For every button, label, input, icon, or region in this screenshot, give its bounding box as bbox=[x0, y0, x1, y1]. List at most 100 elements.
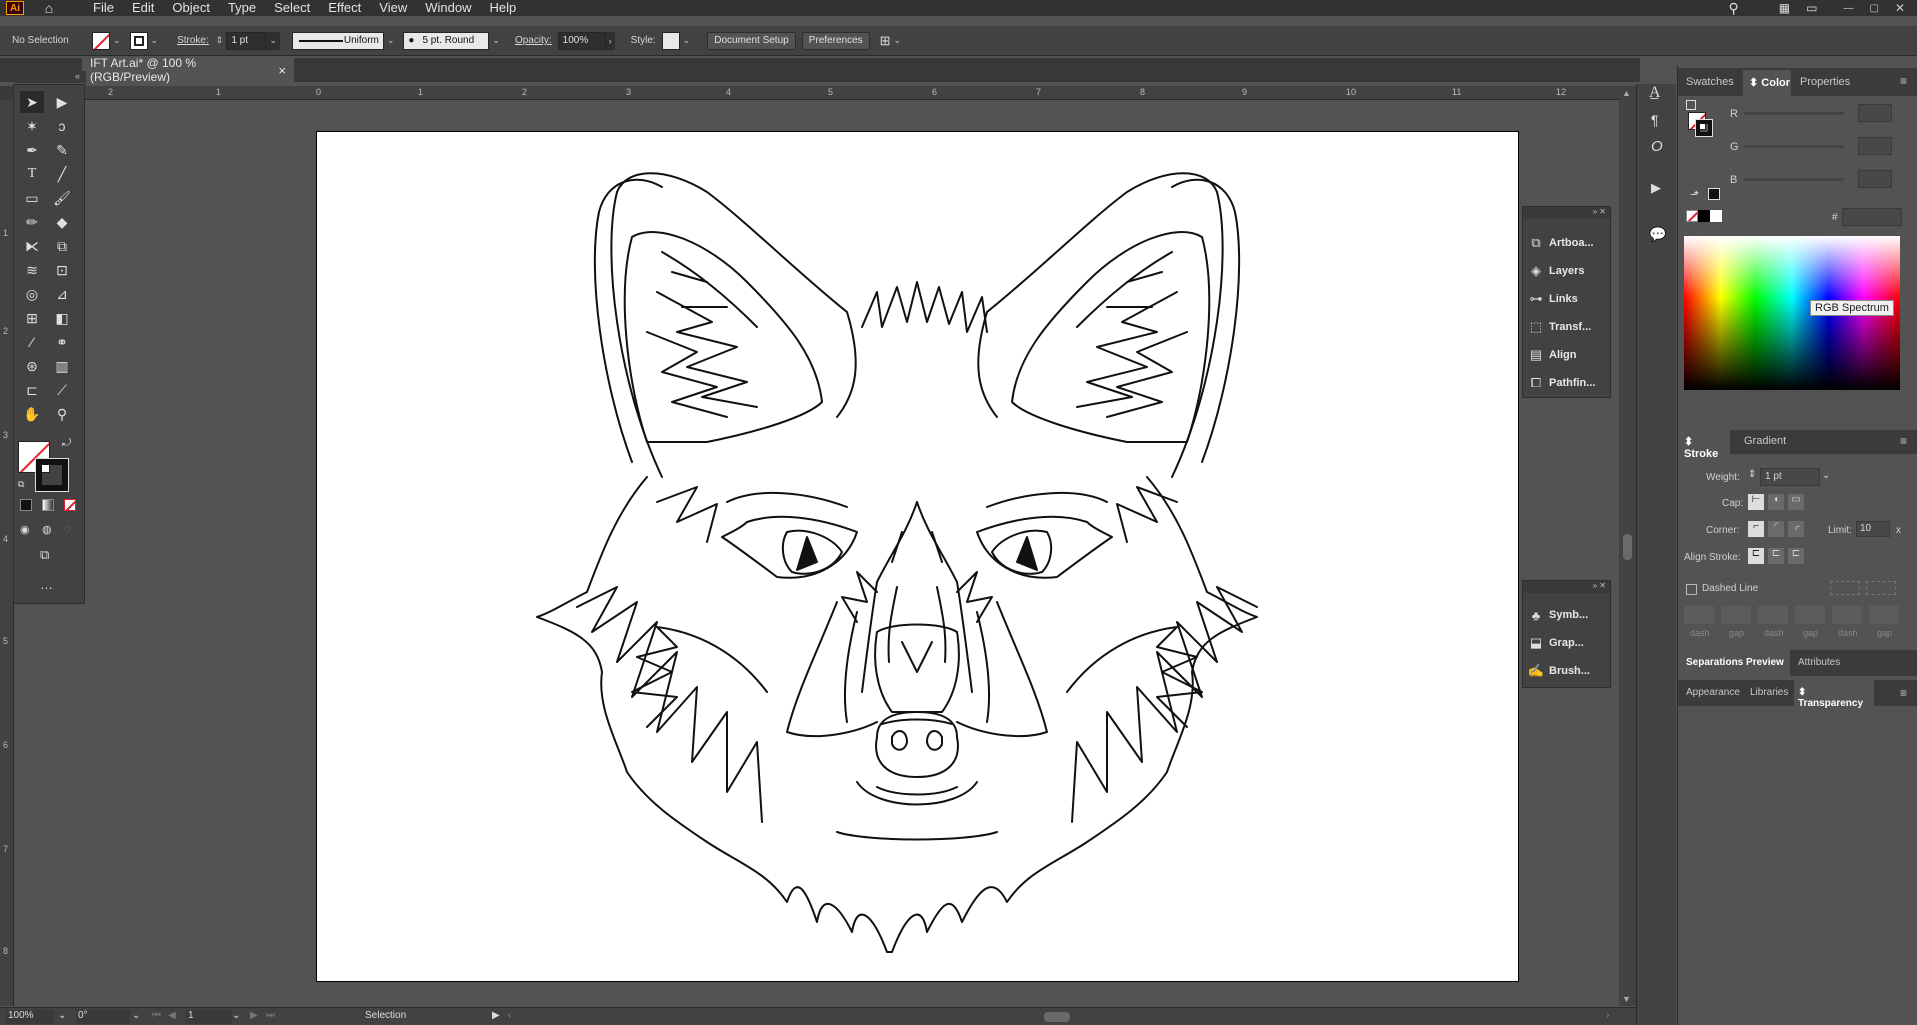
artboard-number-field[interactable]: 1 bbox=[186, 1010, 232, 1024]
align-inside-button[interactable]: ⊏ bbox=[1768, 548, 1784, 564]
dash-preserve-button[interactable] bbox=[1866, 581, 1896, 595]
panel-item-transform[interactable]: ⬚ Transf... bbox=[1523, 313, 1610, 341]
menu-select[interactable]: Select bbox=[265, 0, 319, 16]
fox-illustration[interactable] bbox=[317, 132, 1520, 983]
weight-dropdown-icon[interactable]: ⌄ bbox=[1822, 470, 1830, 481]
rotation-dropdown-icon[interactable]: ⌄ bbox=[132, 1010, 140, 1024]
search-icon[interactable]: ⚲ bbox=[1729, 0, 1739, 17]
slice-tool-icon[interactable]: ⟋ bbox=[50, 379, 74, 401]
tab-transparency[interactable]: ⬍ Transparency bbox=[1794, 680, 1874, 709]
panel-grip-2[interactable]: » ✕ bbox=[1523, 581, 1610, 593]
zoom-field[interactable]: 100% bbox=[6, 1010, 54, 1024]
dash-field-3[interactable] bbox=[1832, 606, 1862, 624]
hex-field[interactable] bbox=[1842, 208, 1902, 226]
draw-normal-icon[interactable]: ◉ bbox=[20, 523, 30, 536]
butt-cap-button[interactable]: ⊢ bbox=[1748, 494, 1764, 510]
panel-item-links[interactable]: ⊶ Links bbox=[1523, 285, 1610, 313]
appearance-panel-menu-icon[interactable]: ≡ bbox=[1900, 686, 1907, 700]
blend-tool-icon[interactable]: ⚭ bbox=[50, 331, 74, 353]
graph-tool-icon[interactable]: ▥ bbox=[50, 355, 74, 377]
paintbrush-tool-icon[interactable]: 🖌 bbox=[50, 187, 74, 209]
maximize-icon[interactable]: ▢ bbox=[1869, 3, 1878, 14]
eraser-tool-icon[interactable]: ◆ bbox=[50, 211, 74, 233]
hand-tool-icon[interactable]: ✋ bbox=[20, 403, 44, 425]
channel-r-field[interactable] bbox=[1858, 104, 1892, 122]
default-fill-stroke-icon[interactable]: ⧉ bbox=[18, 479, 24, 490]
menu-help[interactable]: Help bbox=[480, 0, 525, 16]
scale-tool-icon[interactable]: ⧉ bbox=[50, 235, 74, 257]
selection-tool-icon[interactable]: ➤ bbox=[20, 91, 44, 113]
ruler-origin[interactable] bbox=[0, 86, 14, 100]
profile-dropdown-icon[interactable]: ⌄ bbox=[384, 35, 398, 46]
eyedropper-tool-icon[interactable]: ⁄ bbox=[20, 331, 44, 353]
stroke-stepper-icon[interactable]: ⇕ bbox=[213, 35, 227, 46]
pen-tool-icon[interactable]: ✒ bbox=[20, 139, 44, 161]
shape-builder-tool-icon[interactable]: ◎ bbox=[20, 283, 44, 305]
mesh-tool-icon[interactable]: ⊞ bbox=[20, 307, 44, 329]
close-window-icon[interactable]: ✕ bbox=[1895, 1, 1905, 15]
out-of-gamut-icon[interactable]: ⬏ bbox=[1690, 188, 1699, 201]
type-tool-icon[interactable]: T bbox=[20, 163, 44, 185]
menu-window[interactable]: Window bbox=[416, 0, 480, 16]
tab-color[interactable]: ⬍ Color bbox=[1743, 70, 1791, 96]
panel-grip[interactable]: » ✕ bbox=[1523, 207, 1610, 219]
brush-dropdown-icon[interactable]: ⌄ bbox=[489, 35, 503, 46]
gap-field-1[interactable] bbox=[1721, 606, 1751, 624]
dash-field-2[interactable] bbox=[1758, 606, 1788, 624]
panel-item-brushes[interactable]: ✍ Brush... bbox=[1523, 657, 1610, 685]
swap-fill-stroke-icon[interactable]: ⤾ bbox=[62, 437, 71, 450]
edit-toolbar-icon[interactable]: … bbox=[40, 577, 53, 592]
menu-view[interactable]: View bbox=[370, 0, 416, 16]
none-swatch[interactable] bbox=[1686, 210, 1698, 222]
arrange-icon[interactable]: ⊞ bbox=[880, 33, 891, 49]
last-artboard-icon[interactable]: ⏭ bbox=[266, 1010, 275, 1024]
screen-mode-icon[interactable]: ⧉ bbox=[40, 547, 49, 563]
color-mode-icon[interactable] bbox=[20, 499, 32, 511]
style-swatch[interactable] bbox=[661, 31, 680, 50]
fill-swatch[interactable] bbox=[92, 31, 110, 50]
menu-file[interactable]: File bbox=[84, 0, 123, 16]
align-outside-button[interactable]: ⊏ bbox=[1788, 548, 1804, 564]
arrange-dropdown-icon[interactable]: ⌄ bbox=[891, 35, 905, 46]
opacity-expand-icon[interactable]: › bbox=[605, 31, 615, 50]
zoom-dropdown-icon[interactable]: ⌄ bbox=[58, 1010, 66, 1024]
gradient-mode-icon[interactable] bbox=[42, 499, 54, 511]
miter-join-button[interactable]: ⌐ bbox=[1748, 521, 1764, 537]
document-tab[interactable]: IFT Art.ai* @ 100 % (RGB/Preview) × bbox=[82, 56, 294, 84]
panel-item-align[interactable]: ▤ Align bbox=[1523, 341, 1610, 369]
bevel-join-button[interactable]: ⌌ bbox=[1788, 521, 1804, 537]
tab-swatches[interactable]: Swatches bbox=[1686, 76, 1734, 88]
artboard[interactable] bbox=[316, 131, 1519, 982]
tab-appearance[interactable]: Appearance bbox=[1686, 687, 1740, 698]
stroke-color-box[interactable] bbox=[35, 458, 69, 492]
next-artboard-icon[interactable]: ▶ bbox=[250, 1010, 258, 1024]
menu-effect[interactable]: Effect bbox=[319, 0, 370, 16]
round-join-button[interactable]: ◜ bbox=[1768, 521, 1784, 537]
draw-behind-icon[interactable]: ◍ bbox=[42, 523, 52, 536]
scroll-down-icon[interactable]: ▼ bbox=[1622, 994, 1631, 1004]
pencil-tool-icon[interactable]: ✏ bbox=[20, 211, 44, 233]
color-fill-stroke-preview[interactable] bbox=[1686, 100, 1716, 137]
lasso-tool-icon[interactable]: ↄ bbox=[50, 115, 74, 137]
align-center-button[interactable]: ⊏ bbox=[1748, 548, 1764, 564]
panel-layout-icon[interactable]: ▭ bbox=[1806, 1, 1817, 15]
tab-properties[interactable]: Properties bbox=[1800, 76, 1850, 88]
stroke-swatch[interactable] bbox=[129, 31, 148, 50]
tab-gradient[interactable]: Gradient bbox=[1744, 435, 1786, 447]
stroke-panel-menu-icon[interactable]: ≡ bbox=[1900, 434, 1907, 448]
black-swatch[interactable] bbox=[1698, 210, 1710, 222]
dash-align-corners-button[interactable] bbox=[1830, 581, 1860, 595]
menu-object[interactable]: Object bbox=[163, 0, 219, 16]
stroke-dropdown-icon[interactable]: ⌄ bbox=[148, 35, 162, 46]
round-cap-button[interactable]: ◖ bbox=[1768, 494, 1784, 510]
scroll-up-icon[interactable]: ▲ bbox=[1622, 88, 1631, 98]
menu-edit[interactable]: Edit bbox=[123, 0, 163, 16]
tab-stroke[interactable]: ⬍ Stroke bbox=[1678, 430, 1730, 460]
none-mode-icon[interactable] bbox=[64, 499, 76, 511]
opacity-field[interactable]: 100% bbox=[557, 31, 606, 50]
vertical-scrollbar[interactable]: ▲ ▼ bbox=[1619, 86, 1636, 1006]
actions-panel-icon[interactable]: ▶ bbox=[1651, 180, 1661, 196]
white-swatch[interactable] bbox=[1710, 210, 1722, 222]
paragraph-panel-icon[interactable]: ¶ bbox=[1651, 112, 1659, 128]
free-transform-tool-icon[interactable]: ⊡ bbox=[50, 259, 74, 281]
